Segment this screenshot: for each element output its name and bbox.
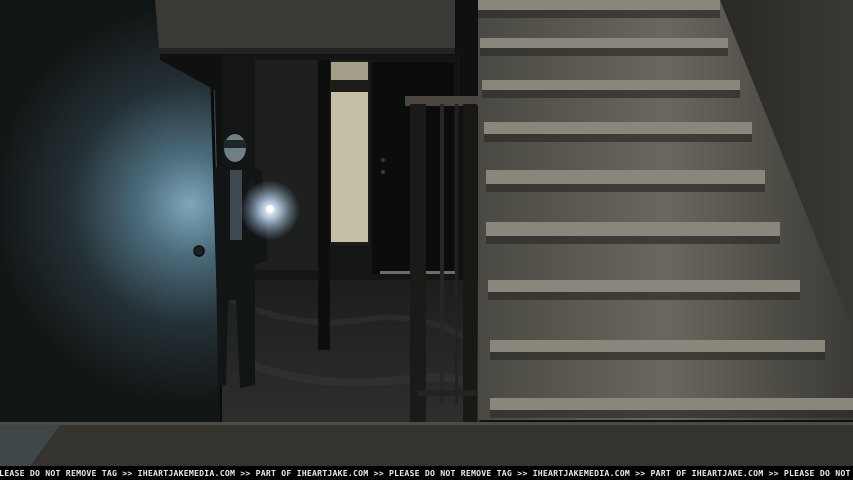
stair-shadow (484, 134, 752, 142)
stair-tread (482, 80, 740, 90)
stair-shadow (478, 10, 720, 18)
stair-shadow (482, 90, 740, 98)
stair-shadow (486, 184, 765, 192)
stair-tread (480, 38, 728, 48)
stair-tread (484, 122, 752, 134)
stair-tread (490, 340, 825, 352)
stair-shadow (486, 236, 780, 244)
stair-tread (478, 0, 720, 10)
stair-shadow (488, 292, 800, 300)
stair-tread (486, 222, 780, 236)
lit-door-window (331, 92, 368, 242)
watermark-text: PLEASE DO NOT REMOVE TAG >> IHEARTJAKEME… (0, 468, 853, 478)
stair-tread (486, 170, 765, 184)
stair-shadow (480, 48, 728, 56)
wall-socket (193, 245, 205, 257)
stair-shadow (490, 410, 853, 418)
stair-shadow (490, 352, 825, 360)
watermark-bar: PLEASE DO NOT REMOVE TAG >> IHEARTJAKEME… (0, 466, 853, 480)
stair-tread (490, 398, 853, 410)
film-still-stairwell (0, 0, 853, 466)
stair-tread (488, 280, 800, 292)
